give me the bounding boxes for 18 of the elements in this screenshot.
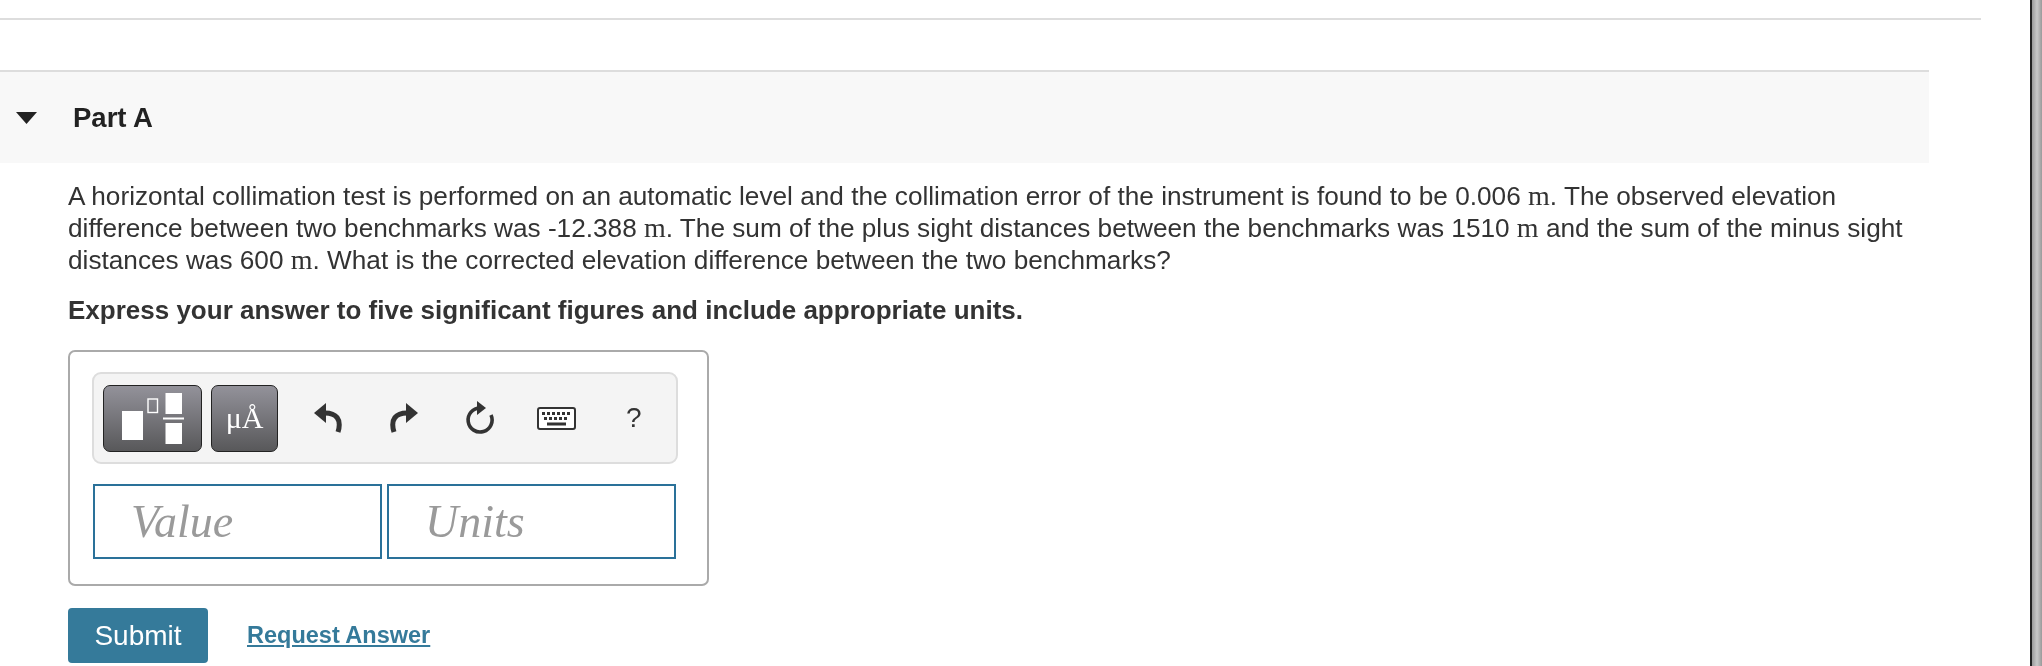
caret-icon[interactable]: [16, 111, 37, 124]
part-title: Part A: [73, 101, 153, 134]
request-answer-link[interactable]: Request Answer: [247, 622, 431, 649]
instructions-text: Express your answer to five significant figures and include appropriate units.: [68, 294, 1024, 326]
units-field[interactable]: Units: [387, 484, 676, 559]
value-field[interactable]: Value: [93, 484, 382, 559]
scrollbar[interactable]: [2030, 0, 2042, 666]
symbols-button[interactable]: μÅ: [211, 384, 278, 452]
keyboard-icon[interactable]: [537, 406, 576, 430]
templates-button[interactable]: [103, 384, 202, 452]
fraction-template-icon: [121, 392, 184, 444]
redo-icon[interactable]: [390, 403, 418, 433]
question-text: A horizontal collimation test is performed on an automatic level and the collimation error of the instrument is found to be 0.006 m. The observed elevation difference between two benchmarks was -12.388 m. The sum of the plus sight distances between the benchmarks was 1510 m and the sum of the minus sight distances was 600 m. What is the corrected elevation difference between the two benchmarks?: [68, 180, 1904, 276]
undo-icon[interactable]: [314, 403, 342, 433]
help-button[interactable]: ?: [626, 402, 642, 434]
reset-icon[interactable]: [464, 400, 496, 436]
submit-button[interactable]: Submit: [68, 608, 208, 663]
part-header[interactable]: Part A: [0, 70, 1929, 163]
